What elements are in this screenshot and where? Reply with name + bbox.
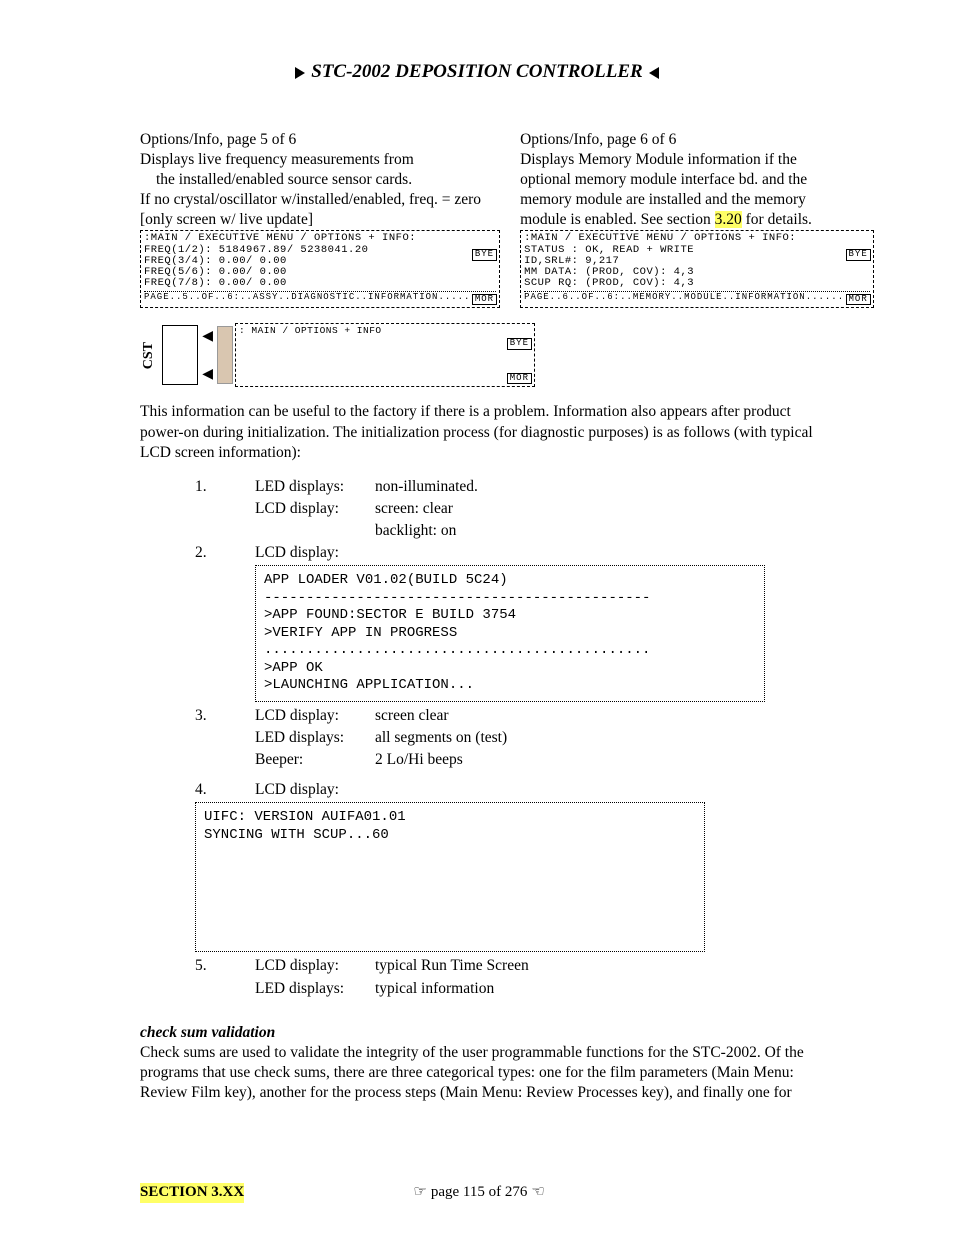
step-label: LCD display: [255,956,375,976]
right-line1: Displays Memory Module information if th… [520,150,874,170]
cst-lcd: : MAIN / OPTIONS + INFO BYE MOR [235,323,535,387]
left-line1: Displays live frequency measurements fro… [140,150,500,170]
cst-diagram: CST : MAIN / OPTIONS + INFO BYE MOR [136,323,814,387]
left-line3: If no crystal/oscillator w/installed/ena… [140,190,500,210]
init-step-1c: backlight: on [140,521,814,541]
info-paragraph: This information can be useful to the fa… [140,402,814,462]
right-line2: optional memory module interface bd. and… [520,170,874,190]
right-line3: memory module are installed and the memo… [520,190,874,210]
page-number: page 115 of 276 [413,1183,544,1203]
step-value: all segments on (test) [375,728,814,748]
step-num: 1. [140,477,255,497]
init-step-3c: Beeper: 2 Lo/Hi beeps [140,750,814,770]
options-info-columns: Options/Info, page 5 of 6 Displays live … [140,130,814,309]
lcd5-row: FREQ(7/8): 0.00/ 0.00 [144,278,496,289]
step-label: LCD display: [255,780,375,800]
lcd-page6: :MAIN / EXECUTIVE MENU / OPTIONS + INFO:… [520,230,874,308]
connector-bar [217,326,233,384]
section-ref-highlight: 3.20 [715,211,742,228]
step-num: 5. [140,956,255,976]
step-value: backlight: on [375,521,814,541]
step-label: LCD display: [255,706,375,726]
page-footer: SECTION 3.XX page 115 of 276 [140,1183,814,1203]
mor-button[interactable]: MOR [507,373,532,385]
init-sequence: 1. LED displays: non-illuminated. LCD di… [140,477,814,999]
step-value: screen clear [375,706,814,726]
right-column: Options/Info, page 6 of 6 Displays Memor… [520,130,874,309]
init-step-3: 3. LCD display: screen clear [140,706,814,726]
cst-label: CST [136,338,162,373]
cst-arrows [198,326,217,384]
lcd6-row: SCUP RQ: (PROD, COV): 4,3 [524,278,870,289]
init-step-5: 5. LCD display: typical Run Time Screen [140,956,814,976]
right-line4a: module is enabled. See section [520,211,715,228]
left-heading: Options/Info, page 5 of 6 [140,130,500,150]
right-heading: Options/Info, page 6 of 6 [520,130,874,150]
lcd-page5: :MAIN / EXECUTIVE MENU / OPTIONS + INFO:… [140,230,500,308]
arrow-left-icon [202,326,213,346]
right-line4c: for details. [742,211,812,228]
step-value: screen: clear [375,499,814,519]
step-num: 3. [140,706,255,726]
step-num: 4. [140,780,255,800]
step-value: 2 Lo/Hi beeps [375,750,814,770]
step-label: LCD display: [255,499,375,519]
step-value: non-illuminated. [375,477,814,497]
right-line4: module is enabled. See section 3.20 for … [520,210,874,230]
page-title: STC-2002 DEPOSITION CONTROLLER [140,60,814,85]
lcd5-footer: PAGE..5..OF..6:..ASSY..DIAGNOSTIC..INFOR… [144,291,496,303]
lcd-boot-block-1: APP LOADER V01.02(BUILD 5C24) ----------… [255,565,765,702]
step-num: 2. [140,543,255,563]
init-step-3b: LED displays: all segments on (test) [140,728,814,748]
init-step-5b: LED displays: typical information [140,979,814,999]
section-label: SECTION 3.XX [140,1183,244,1203]
lcd6-footer: PAGE..6..OF..6:..MEMORY..MODULE..INFORMA… [524,291,870,303]
left-line2: the installed/enabled source sensor card… [140,170,500,190]
step-label: LED displays: [255,979,375,999]
step-label: LED displays: [255,728,375,748]
cst-lcd-header: : MAIN / OPTIONS + INFO [239,326,531,336]
cst-box [162,325,198,385]
checksum-paragraph: Check sums are used to validate the inte… [140,1043,814,1103]
init-step-1: 1. LED displays: non-illuminated. [140,477,814,497]
lcd-boot-block-2: UIFC: VERSION AUIFA01.01 SYNCING WITH SC… [195,802,705,952]
arrow-left-icon [202,364,213,384]
bye-button[interactable]: BYE [846,249,871,261]
step-value: typical Run Time Screen [375,956,814,976]
bye-button[interactable]: BYE [472,249,497,261]
mor-button[interactable]: MOR [472,294,497,306]
step-value: typical information [375,979,814,999]
bye-button[interactable]: BYE [507,338,532,350]
left-line4: [only screen w/ live update] [140,210,500,230]
step-label: LCD display: [255,543,375,563]
left-column: Options/Info, page 5 of 6 Displays live … [140,130,500,309]
init-step-4: 4. LCD display: [140,780,814,800]
step-label: Beeper: [255,750,375,770]
init-step-1b: LCD display: screen: clear [140,499,814,519]
mor-button[interactable]: MOR [846,294,871,306]
checksum-heading: check sum validation [140,1023,814,1043]
init-step-2: 2. LCD display: [140,543,814,563]
step-label: LED displays: [255,477,375,497]
